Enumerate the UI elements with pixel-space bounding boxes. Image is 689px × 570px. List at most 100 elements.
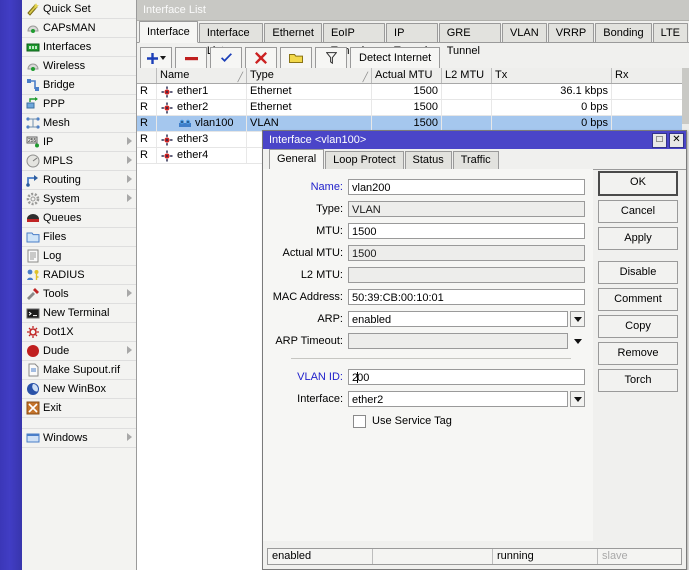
apply-button[interactable]: Apply	[598, 227, 678, 250]
log-icon	[26, 249, 40, 263]
tab-vlan[interactable]: VLAN	[502, 23, 547, 42]
tab-lte[interactable]: LTE	[653, 23, 688, 42]
vlan-id-input[interactable]: 200	[348, 369, 585, 385]
sidebar-item-dot1x[interactable]: Dot1X	[22, 323, 136, 342]
sidebar-item-ip[interactable]: 255IP	[22, 133, 136, 152]
tab-gre-tunnel[interactable]: GRE Tunnel	[439, 23, 501, 42]
scrollbar-thumb[interactable]	[682, 68, 689, 124]
tab-vrrp[interactable]: VRRP	[548, 23, 595, 42]
column-header-rx[interactable]: Rx	[612, 68, 689, 83]
sidebar-item-capsman[interactable]: CAPsMAN	[22, 19, 136, 38]
close-icon[interactable]: ✕	[669, 133, 684, 148]
sidebar-item-log[interactable]: Log	[22, 247, 136, 266]
disable-button[interactable]: Disable	[598, 261, 678, 284]
dialog-tab-loop-protect[interactable]: Loop Protect	[325, 151, 403, 169]
tab-ip-tunnel[interactable]: IP Tunnel	[386, 23, 438, 42]
cell-flag: R	[137, 116, 157, 131]
tab-bonding[interactable]: Bonding	[595, 23, 651, 42]
detect-internet-button[interactable]: Detect Internet	[350, 47, 440, 69]
general-form: Name: vlan200 Type: VLAN MTU: 1500 Actua…	[263, 169, 593, 541]
sidebar-item-make-supout-rif[interactable]: Make Supout.rif	[22, 361, 136, 380]
comment-button[interactable]: Comment	[598, 288, 678, 311]
sidebar-item-bridge[interactable]: Bridge	[22, 76, 136, 95]
column-header-tx[interactable]: Tx	[492, 68, 612, 83]
submenu-arrow-icon[interactable]	[127, 175, 132, 183]
sidebar-item-exit[interactable]: Exit	[22, 399, 136, 418]
tab-ethernet[interactable]: Ethernet	[264, 23, 322, 42]
copy-button[interactable]: Copy	[598, 315, 678, 338]
arp-timeout-dropdown-icon[interactable]	[570, 333, 585, 349]
tab-interface-list[interactable]: Interface List	[199, 23, 264, 42]
interface-dropdown-icon[interactable]	[570, 391, 585, 407]
ok-button[interactable]: OK	[598, 171, 678, 196]
cancel-button[interactable]: Cancel	[598, 200, 678, 223]
field-row-actual-mtu: Actual MTU: 1500	[263, 243, 593, 263]
enable-button[interactable]	[210, 47, 242, 69]
sidebar-item-routing[interactable]: Routing	[22, 171, 136, 190]
sidebar-item-windows[interactable]: Windows	[22, 429, 136, 448]
submenu-arrow-icon[interactable]	[127, 289, 132, 297]
column-header-l2mtu[interactable]: L2 MTU	[442, 68, 492, 83]
use-service-tag-checkbox[interactable]	[353, 415, 366, 428]
interface-dialog: Interface <vlan100> □ ✕ GeneralLoop Prot…	[262, 130, 687, 570]
maximize-icon[interactable]: □	[652, 133, 667, 148]
sort-marker-icon[interactable]: ╱	[363, 70, 368, 83]
sidebar-item-label: Routing	[43, 171, 81, 189]
remove-button[interactable]	[175, 47, 207, 69]
sidebar-item-dude[interactable]: Dude	[22, 342, 136, 361]
sort-marker-icon[interactable]: ╱	[238, 70, 243, 83]
dialog-title-bar[interactable]: Interface <vlan100> □ ✕	[263, 131, 686, 149]
column-header-name[interactable]: Name╱	[157, 68, 247, 83]
table-row[interactable]: Rether1Ethernet150036.1 kbps	[137, 84, 689, 100]
submenu-arrow-icon[interactable]	[127, 433, 132, 441]
remove-button[interactable]: Remove	[598, 342, 678, 365]
add-button[interactable]	[140, 47, 172, 69]
sidebar-item-label: MPLS	[43, 152, 73, 170]
ethernet-icon	[160, 149, 174, 163]
sidebar-item-queues[interactable]: Queues	[22, 209, 136, 228]
sidebar-item-mpls[interactable]: MPLS	[22, 152, 136, 171]
column-header-flag[interactable]	[137, 68, 157, 83]
mac-address-input[interactable]: 50:39:CB:00:10:01	[348, 289, 585, 305]
filter-button[interactable]	[315, 47, 347, 69]
interface-name: ether1	[177, 84, 208, 99]
sidebar-item-system[interactable]: System	[22, 190, 136, 209]
cell-amtu: 1500	[372, 84, 442, 99]
comment-button[interactable]	[280, 47, 312, 69]
name-input[interactable]: vlan200	[348, 179, 585, 195]
tab-interface[interactable]: Interface	[139, 21, 198, 43]
sidebar-item-quick-set[interactable]: Quick Set	[22, 0, 136, 19]
sidebar-item-mesh[interactable]: Mesh	[22, 114, 136, 133]
column-header-type[interactable]: Type╱	[247, 68, 372, 83]
column-header-amtu[interactable]: Actual MTU	[372, 68, 442, 83]
table-row[interactable]: Rether2Ethernet15000 bps	[137, 100, 689, 116]
dialog-tab-status[interactable]: Status	[405, 151, 452, 169]
interface-select-value[interactable]: ether2	[348, 391, 568, 407]
disable-button[interactable]	[245, 47, 277, 69]
sidebar-item-new-terminal[interactable]: New Terminal	[22, 304, 136, 323]
sidebar-item-wireless[interactable]: Wireless	[22, 57, 136, 76]
submenu-arrow-icon[interactable]	[127, 346, 132, 354]
submenu-arrow-icon[interactable]	[127, 194, 132, 202]
column-header-label: L2 MTU	[445, 69, 484, 81]
submenu-arrow-icon[interactable]	[127, 156, 132, 164]
sidebar-item-new-winbox[interactable]: New WinBox	[22, 380, 136, 399]
dialog-status-bar: enabledrunningslave	[267, 548, 682, 565]
tab-eoip-tunnel[interactable]: EoIP Tunnel	[323, 23, 385, 42]
dialog-tab-general[interactable]: General	[269, 149, 324, 170]
sidebar-item-interfaces[interactable]: Interfaces	[22, 38, 136, 57]
sidebar-item-radius[interactable]: RADIUS	[22, 266, 136, 285]
sidebar-item-tools[interactable]: Tools	[22, 285, 136, 304]
arp-timeout-value[interactable]	[348, 333, 568, 349]
interface-label: Interface:	[263, 393, 348, 405]
arp-timeout-label: ARP Timeout:	[263, 335, 348, 347]
add-dropdown-caret[interactable]	[160, 56, 166, 60]
torch-button[interactable]: Torch	[598, 369, 678, 392]
dialog-tab-traffic[interactable]: Traffic	[453, 151, 499, 169]
submenu-arrow-icon[interactable]	[127, 137, 132, 145]
sidebar-item-ppp[interactable]: PPP	[22, 95, 136, 114]
mtu-input[interactable]: 1500	[348, 223, 585, 239]
arp-select-value[interactable]: enabled	[348, 311, 568, 327]
sidebar-item-files[interactable]: Files	[22, 228, 136, 247]
arp-dropdown-icon[interactable]	[570, 311, 585, 327]
